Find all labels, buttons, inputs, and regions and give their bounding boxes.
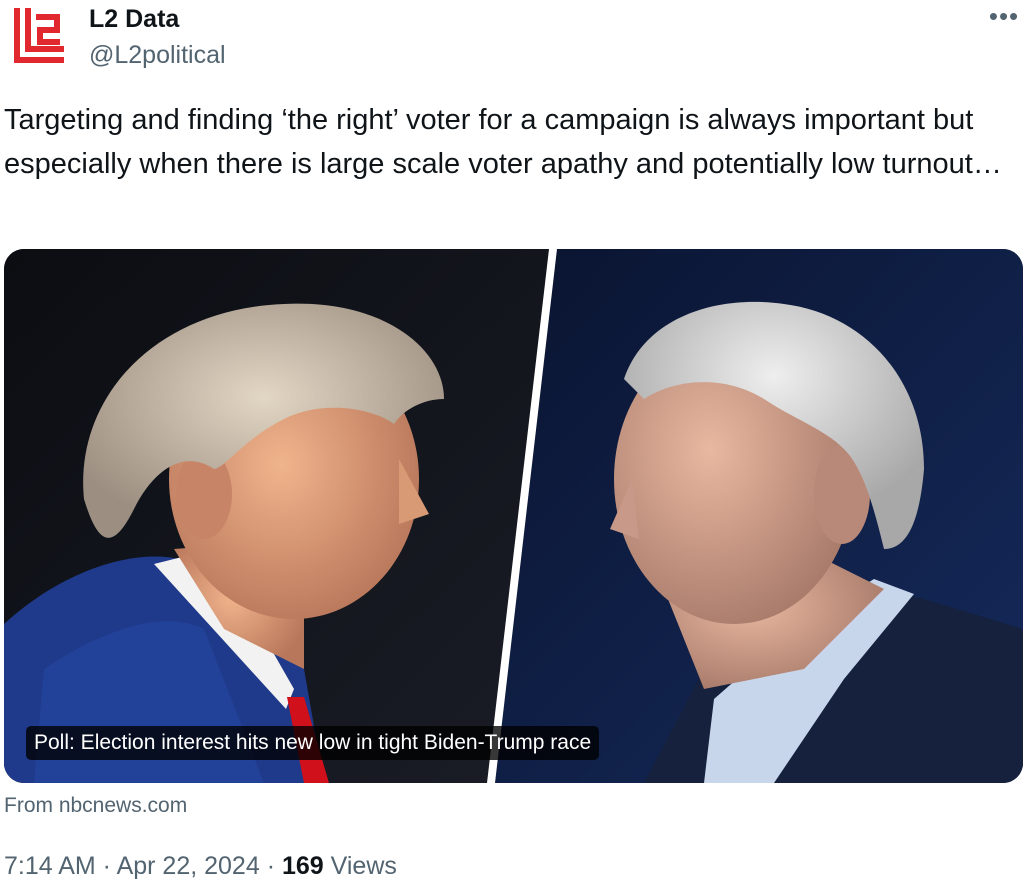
meta-separator: · [259, 852, 282, 880]
tweet-header: L2 Data @L2political ••• [0, 0, 1036, 80]
card-image [4, 249, 1023, 783]
tweet-text: Targeting and finding ‘the right’ voter … [4, 104, 1002, 180]
meta-separator: · [95, 852, 117, 880]
more-options-icon[interactable]: ••• [982, 3, 1026, 32]
tweet-date[interactable]: Apr 22, 2024 [117, 852, 260, 880]
link-card-title[interactable]: Poll: Election interest hits new low in … [26, 726, 600, 760]
tweet-time[interactable]: 7:14 AM [4, 852, 96, 880]
link-card[interactable]: Poll: Election interest hits new low in … [4, 249, 1023, 783]
views-label: Views [330, 852, 397, 880]
author-name[interactable]: L2 Data [89, 4, 179, 34]
tweet-meta: 7:14 AM · Apr 22, 2024 · 169 Views [4, 849, 397, 883]
views-count: 169 [281, 852, 324, 880]
l2-logo-icon[interactable] [8, 6, 68, 66]
author-handle[interactable]: @L2political [89, 39, 226, 71]
link-source[interactable]: From nbcnews.com [4, 791, 187, 821]
